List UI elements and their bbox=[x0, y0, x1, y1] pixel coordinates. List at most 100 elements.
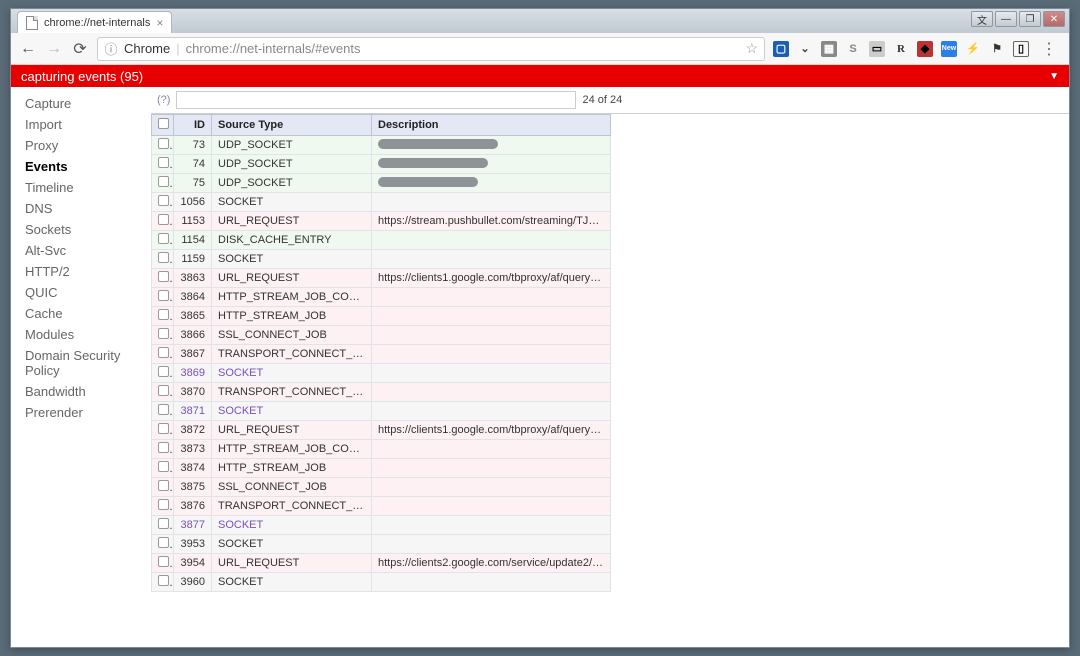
sidebar-item-capture[interactable]: Capture bbox=[11, 93, 151, 114]
row-checkbox[interactable] bbox=[152, 383, 174, 402]
address-bar[interactable]: ⓘ Chrome | chrome://net-internals/#event… bbox=[97, 37, 765, 61]
row-checkbox[interactable] bbox=[152, 573, 174, 592]
table-row[interactable]: 3877SOCKET bbox=[152, 516, 611, 535]
reload-button[interactable]: ⟳ bbox=[71, 40, 89, 58]
table-row[interactable]: 3960SOCKET bbox=[152, 573, 611, 592]
row-id: 3863 bbox=[174, 269, 212, 288]
sidebar-item-cache[interactable]: Cache bbox=[11, 303, 151, 324]
capture-status-bar[interactable]: capturing events (95) ▼ bbox=[11, 65, 1069, 87]
filter-help-icon[interactable]: (?) bbox=[157, 94, 170, 106]
row-checkbox[interactable] bbox=[152, 459, 174, 478]
filter-input[interactable] bbox=[176, 91, 576, 109]
table-row[interactable]: 3870TRANSPORT_CONNECT_JOB bbox=[152, 383, 611, 402]
table-row[interactable]: 1153URL_REQUESThttps://stream.pushbullet… bbox=[152, 212, 611, 231]
row-checkbox[interactable] bbox=[152, 269, 174, 288]
table-row[interactable]: 3863URL_REQUESThttps://clients1.google.c… bbox=[152, 269, 611, 288]
sidebar-item-sockets[interactable]: Sockets bbox=[11, 219, 151, 240]
row-description bbox=[372, 307, 611, 326]
row-checkbox[interactable] bbox=[152, 136, 174, 155]
chrome-menu-icon[interactable]: ⋮ bbox=[1037, 39, 1061, 59]
site-info-icon[interactable]: ⓘ bbox=[104, 42, 118, 56]
row-checkbox[interactable] bbox=[152, 193, 174, 212]
col-id[interactable]: ID bbox=[174, 115, 212, 136]
restore-button[interactable]: ❐ bbox=[1019, 11, 1041, 27]
col-checkbox[interactable] bbox=[152, 115, 174, 136]
ext-icon-r[interactable]: R bbox=[893, 41, 909, 57]
ext-icon-box[interactable]: ▯ bbox=[1013, 41, 1029, 57]
sidebar-item-import[interactable]: Import bbox=[11, 114, 151, 135]
table-row[interactable]: 1154DISK_CACHE_ENTRY bbox=[152, 231, 611, 250]
sidebar-item-dns[interactable]: DNS bbox=[11, 198, 151, 219]
row-checkbox[interactable] bbox=[152, 212, 174, 231]
row-checkbox[interactable] bbox=[152, 535, 174, 554]
sidebar-item-domain-security-policy[interactable]: Domain Security Policy bbox=[11, 345, 151, 381]
close-tab-icon[interactable]: × bbox=[156, 16, 163, 30]
table-row[interactable]: 3869SOCKET bbox=[152, 364, 611, 383]
row-checkbox[interactable] bbox=[152, 250, 174, 269]
row-checkbox[interactable] bbox=[152, 516, 174, 535]
sidebar-item-prerender[interactable]: Prerender bbox=[11, 402, 151, 423]
table-row[interactable]: 73UDP_SOCKET bbox=[152, 136, 611, 155]
sidebar-item-quic[interactable]: QUIC bbox=[11, 282, 151, 303]
table-row[interactable]: 75UDP_SOCKET bbox=[152, 174, 611, 193]
row-source-type: UDP_SOCKET bbox=[212, 155, 372, 174]
col-source-type[interactable]: Source Type bbox=[212, 115, 372, 136]
row-checkbox[interactable] bbox=[152, 440, 174, 459]
table-row[interactable]: 74UDP_SOCKET bbox=[152, 155, 611, 174]
events-grid[interactable]: ID Source Type Description 73UDP_SOCKET7… bbox=[151, 113, 1069, 647]
col-description[interactable]: Description bbox=[372, 115, 611, 136]
back-button[interactable]: ← bbox=[19, 40, 37, 58]
row-checkbox[interactable] bbox=[152, 478, 174, 497]
ext-icon-new[interactable]: New bbox=[941, 41, 957, 57]
close-window-button[interactable]: ✕ bbox=[1043, 11, 1065, 27]
row-checkbox[interactable] bbox=[152, 155, 174, 174]
ext-icon-3[interactable]: ▦ bbox=[821, 41, 837, 57]
ext-icon-7[interactable]: ◆ bbox=[917, 41, 933, 57]
table-row[interactable]: 1056SOCKET bbox=[152, 193, 611, 212]
row-checkbox[interactable] bbox=[152, 288, 174, 307]
chevron-down-icon[interactable]: ▼ bbox=[1049, 71, 1059, 82]
row-checkbox[interactable] bbox=[152, 231, 174, 250]
table-row[interactable]: 3864HTTP_STREAM_JOB_CONTROLLER bbox=[152, 288, 611, 307]
table-row[interactable]: 3872URL_REQUESThttps://clients1.google.c… bbox=[152, 421, 611, 440]
browser-tab[interactable]: chrome://net-internals × bbox=[17, 11, 172, 33]
table-row[interactable]: 1159SOCKET bbox=[152, 250, 611, 269]
sidebar-item-alt-svc[interactable]: Alt-Svc bbox=[11, 240, 151, 261]
lang-button[interactable]: 文 bbox=[971, 11, 993, 27]
table-row[interactable]: 3873HTTP_STREAM_JOB_CONTROLLER bbox=[152, 440, 611, 459]
ext-icon-5[interactable]: ▭ bbox=[869, 41, 885, 57]
sidebar-item-modules[interactable]: Modules bbox=[11, 324, 151, 345]
row-checkbox[interactable] bbox=[152, 402, 174, 421]
forward-button[interactable]: → bbox=[45, 40, 63, 58]
table-row[interactable]: 3953SOCKET bbox=[152, 535, 611, 554]
table-row[interactable]: 3876TRANSPORT_CONNECT_JOB bbox=[152, 497, 611, 516]
ext-icon-flag[interactable]: ⚑ bbox=[989, 41, 1005, 57]
row-checkbox[interactable] bbox=[152, 554, 174, 573]
row-checkbox[interactable] bbox=[152, 364, 174, 383]
sidebar-item-timeline[interactable]: Timeline bbox=[11, 177, 151, 198]
sidebar-item-events[interactable]: Events bbox=[11, 156, 151, 177]
minimize-button[interactable]: — bbox=[995, 11, 1017, 27]
row-checkbox[interactable] bbox=[152, 421, 174, 440]
ext-icon-1[interactable]: ▢ bbox=[773, 41, 789, 57]
table-row[interactable]: 3875SSL_CONNECT_JOB bbox=[152, 478, 611, 497]
table-row[interactable]: 3871SOCKET bbox=[152, 402, 611, 421]
bookmark-icon[interactable]: ☆ bbox=[745, 40, 758, 57]
row-checkbox[interactable] bbox=[152, 326, 174, 345]
row-id: 3867 bbox=[174, 345, 212, 364]
row-checkbox[interactable] bbox=[152, 497, 174, 516]
ext-icon-s[interactable]: S bbox=[845, 41, 861, 57]
row-checkbox[interactable] bbox=[152, 307, 174, 326]
table-row[interactable]: 3866SSL_CONNECT_JOB bbox=[152, 326, 611, 345]
table-row[interactable]: 3874HTTP_STREAM_JOB bbox=[152, 459, 611, 478]
sidebar-item-http-2[interactable]: HTTP/2 bbox=[11, 261, 151, 282]
row-checkbox[interactable] bbox=[152, 345, 174, 364]
sidebar-item-bandwidth[interactable]: Bandwidth bbox=[11, 381, 151, 402]
sidebar-item-proxy[interactable]: Proxy bbox=[11, 135, 151, 156]
ext-icon-bolt[interactable]: ⚡ bbox=[965, 41, 981, 57]
table-row[interactable]: 3865HTTP_STREAM_JOB bbox=[152, 307, 611, 326]
ext-icon-pocket[interactable]: ⌄ bbox=[797, 41, 813, 57]
table-row[interactable]: 3867TRANSPORT_CONNECT_JOB bbox=[152, 345, 611, 364]
row-checkbox[interactable] bbox=[152, 174, 174, 193]
table-row[interactable]: 3954URL_REQUESThttps://clients2.google.c… bbox=[152, 554, 611, 573]
